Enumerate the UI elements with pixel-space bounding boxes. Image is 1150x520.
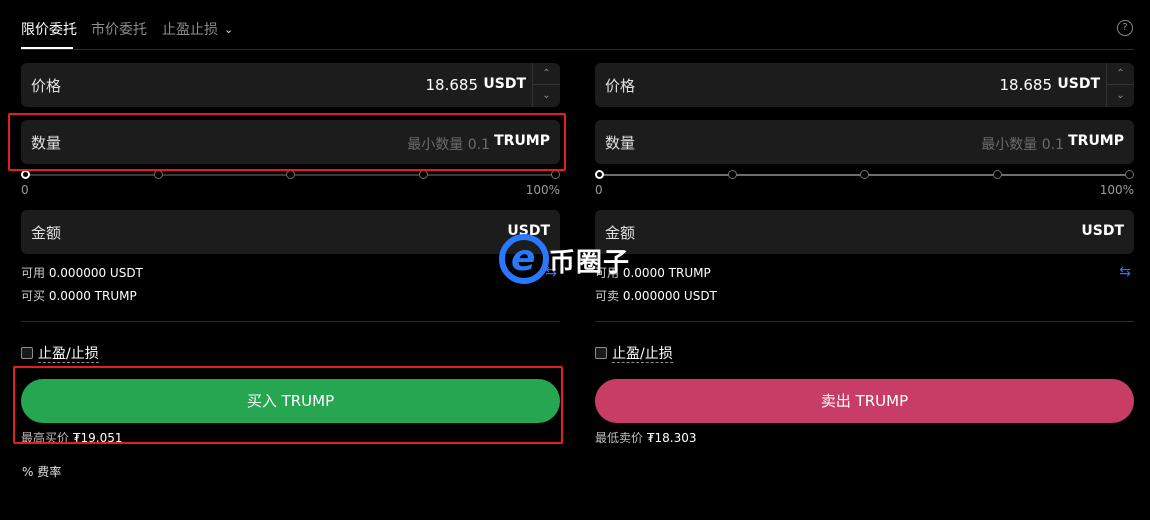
buy-price-unit: USDT bbox=[483, 76, 526, 92]
buy-price-stepper[interactable]: ⌃ ⌄ bbox=[532, 63, 560, 107]
slider-stop-0[interactable] bbox=[595, 170, 604, 179]
buy-price-field[interactable]: 价格 18.685 USDT ⌃ ⌄ bbox=[21, 63, 560, 107]
sell-price-label: 价格 bbox=[605, 77, 636, 95]
sell-amount-field[interactable]: 金额 USDT bbox=[595, 210, 1134, 254]
slider-stop-75[interactable] bbox=[419, 170, 428, 179]
stepper-up-icon[interactable]: ⌃ bbox=[533, 63, 560, 85]
watermark-e-glyph: e bbox=[511, 238, 536, 279]
slider-max-label: 100% bbox=[525, 183, 560, 197]
sell-best-price: 最低卖价 ₮18.303 bbox=[595, 429, 696, 446]
buy-quantity-placeholder[interactable]: 最小数量 0.1 bbox=[407, 134, 490, 154]
slider-stop-50[interactable] bbox=[860, 170, 869, 179]
divider bbox=[595, 321, 1134, 322]
stepper-up-icon[interactable]: ⌃ bbox=[1107, 63, 1134, 85]
buy-quantity-unit: TRUMP bbox=[494, 133, 550, 149]
slider-stop-100[interactable] bbox=[1125, 170, 1134, 179]
fee-rate-label: 费率 bbox=[37, 465, 62, 479]
slider-stop-100[interactable] bbox=[551, 170, 560, 179]
slider-stop-50[interactable] bbox=[286, 170, 295, 179]
buy-available-label: 可用 bbox=[21, 266, 46, 280]
buy-price-label: 价格 bbox=[31, 77, 62, 95]
slider-stop-75[interactable] bbox=[993, 170, 1002, 179]
watermark-text: 币圈子 bbox=[549, 248, 631, 278]
percent-icon: % bbox=[22, 465, 34, 479]
sell-price-stepper[interactable]: ⌃ ⌄ bbox=[1106, 63, 1134, 107]
buy-best-price: 最高买价 ₮19.051 bbox=[21, 429, 122, 446]
buy-available: 可用 0.000000 USDT bbox=[21, 264, 143, 281]
buy-best-price-label: 最高买价 bbox=[21, 431, 70, 445]
buy-tpsl-checkbox[interactable]: 止盈/止损 bbox=[21, 343, 99, 363]
buy-quantity-field[interactable]: 数量 最小数量 0.1 TRUMP bbox=[21, 120, 560, 164]
buy-quantity-label: 数量 bbox=[31, 134, 62, 152]
buy-button[interactable]: 买入 TRUMP bbox=[21, 379, 560, 423]
slider-min-label: 0 bbox=[595, 183, 603, 197]
buy-amount-label: 金额 bbox=[31, 224, 62, 242]
buy-can-buy-label: 可买 bbox=[21, 289, 46, 303]
checkbox-icon[interactable] bbox=[595, 347, 607, 359]
sell-quantity-label: 数量 bbox=[605, 134, 636, 152]
fee-rate-link[interactable]: % 费率 bbox=[22, 463, 61, 480]
buy-percentage-slider[interactable] bbox=[21, 170, 560, 180]
sell-panel: 价格 18.685 USDT ⌃ ⌄ 数量 最小数量 0.1 TRUMP 0 1… bbox=[595, 0, 1134, 520]
sell-button[interactable]: 卖出 TRUMP bbox=[595, 379, 1134, 423]
swap-icon[interactable]: ⇆ bbox=[1119, 264, 1131, 280]
sell-amount-unit: USDT bbox=[1081, 223, 1124, 239]
buy-can-buy-value: 0.0000 TRUMP bbox=[48, 289, 137, 303]
sell-quantity-unit: TRUMP bbox=[1068, 133, 1124, 149]
sell-quantity-field[interactable]: 数量 最小数量 0.1 TRUMP bbox=[595, 120, 1134, 164]
checkbox-icon[interactable] bbox=[21, 347, 33, 359]
sell-tpsl-checkbox[interactable]: 止盈/止损 bbox=[595, 343, 673, 363]
sell-price-field[interactable]: 价格 18.685 USDT ⌃ ⌄ bbox=[595, 63, 1134, 107]
buy-available-value: 0.000000 USDT bbox=[48, 266, 143, 280]
sell-tpsl-label: 止盈/止损 bbox=[612, 346, 673, 363]
slider-max-label: 100% bbox=[1099, 183, 1134, 197]
watermark-logo: e 币圈子 bbox=[499, 232, 649, 292]
sell-slider-labels: 0 100% bbox=[595, 183, 1134, 197]
buy-best-price-value: ₮19.051 bbox=[72, 431, 123, 445]
sell-quantity-placeholder[interactable]: 最小数量 0.1 bbox=[981, 134, 1064, 154]
buy-can-buy: 可买 0.0000 TRUMP bbox=[21, 287, 137, 304]
sell-price-value[interactable]: 18.685 bbox=[1000, 76, 1053, 94]
buy-amount-field[interactable]: 金额 USDT bbox=[21, 210, 560, 254]
slider-stop-0[interactable] bbox=[21, 170, 30, 179]
slider-min-label: 0 bbox=[21, 183, 29, 197]
sell-best-price-label: 最低卖价 bbox=[595, 431, 644, 445]
sell-price-unit: USDT bbox=[1057, 76, 1100, 92]
stepper-down-icon[interactable]: ⌄ bbox=[533, 85, 560, 107]
buy-tpsl-label: 止盈/止损 bbox=[38, 346, 99, 363]
sell-percentage-slider[interactable] bbox=[595, 170, 1134, 180]
buy-price-value[interactable]: 18.685 bbox=[426, 76, 479, 94]
buy-panel: 价格 18.685 USDT ⌃ ⌄ 数量 最小数量 0.1 TRUMP 0 1… bbox=[21, 0, 560, 520]
buy-slider-labels: 0 100% bbox=[21, 183, 560, 197]
slider-stop-25[interactable] bbox=[154, 170, 163, 179]
stepper-down-icon[interactable]: ⌄ bbox=[1107, 85, 1134, 107]
divider bbox=[21, 321, 560, 322]
slider-stop-25[interactable] bbox=[728, 170, 737, 179]
sell-best-price-value: ₮18.303 bbox=[646, 431, 697, 445]
